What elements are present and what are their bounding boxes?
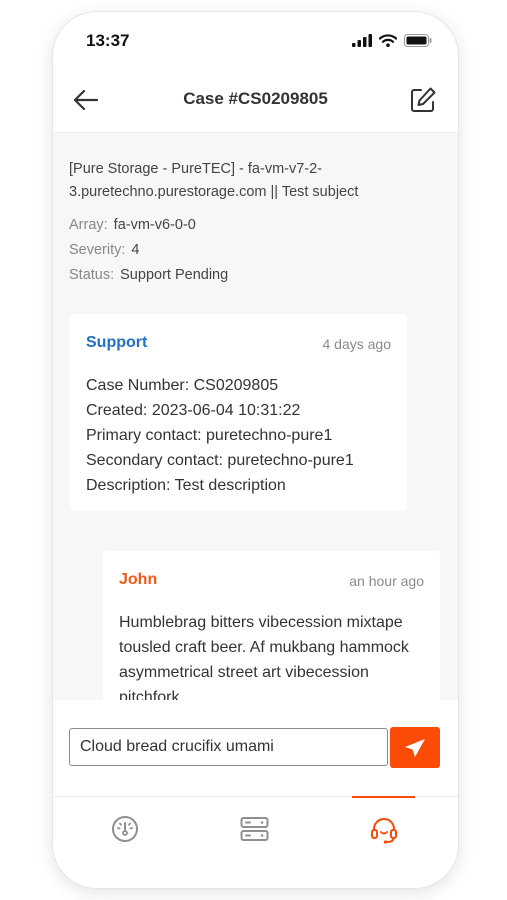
case-subject: [Pure Storage - PureTEC] - fa-vm-v7-2-3.… xyxy=(69,161,359,200)
message-composer xyxy=(53,700,458,796)
field-label: Array: xyxy=(69,217,108,233)
message-body: Humblebrag bitters vibecession mixtape t… xyxy=(119,614,409,700)
status-icons xyxy=(352,34,432,47)
message-author: Support xyxy=(86,334,148,351)
case-field-status: Status: Support Pending xyxy=(69,267,228,283)
tab-support[interactable] xyxy=(354,809,414,849)
send-icon xyxy=(405,739,425,757)
message-line: Case Number: CS0209805 xyxy=(86,377,279,394)
message-card-john: John an hour ago Humblebrag bitters vibe… xyxy=(103,551,440,700)
bottom-tab-bar xyxy=(53,796,458,888)
wifi-icon xyxy=(379,34,397,47)
message-body: Case Number: CS0209805 Created: 2023-06-… xyxy=(86,373,354,498)
battery-icon xyxy=(404,34,432,47)
field-label: Severity: xyxy=(69,242,126,258)
message-line: Secondary contact: puretechno-pure1 xyxy=(86,452,354,469)
message-card-support: Support 4 days ago Case Number: CS020980… xyxy=(70,314,407,511)
case-field-severity: Severity: 4 xyxy=(69,242,140,258)
message-time: 4 days ago xyxy=(322,336,392,352)
status-time: 13:37 xyxy=(86,31,130,50)
active-tab-indicator xyxy=(352,796,415,798)
status-bar: 13:37 xyxy=(53,12,458,66)
cellular-signal-icon xyxy=(352,34,372,47)
dashboard-gauge-icon xyxy=(112,816,138,842)
case-field-array: Array: fa-vm-v6-0-0 xyxy=(69,217,196,233)
message-input[interactable] xyxy=(69,728,388,766)
phone-frame: 13:37 Case #CS0209805 [Pure Storage - Pu… xyxy=(53,12,458,888)
send-button[interactable] xyxy=(390,727,440,768)
field-value: Support Pending xyxy=(120,267,229,283)
tab-dashboard[interactable] xyxy=(95,809,155,849)
message-line: Description: Test description xyxy=(86,477,286,494)
tab-servers[interactable] xyxy=(224,809,284,849)
edit-icon[interactable] xyxy=(408,85,438,115)
page-title: Case #CS0209805 xyxy=(183,89,328,108)
app-header: Case #CS0209805 xyxy=(53,66,458,133)
message-time: an hour ago xyxy=(349,573,424,589)
message-line: Created: 2023-06-04 10:31:22 xyxy=(86,402,301,419)
message-author: John xyxy=(119,571,158,588)
message-line: Primary contact: puretechno-pure1 xyxy=(86,427,333,444)
servers-icon xyxy=(240,817,269,841)
field-value: fa-vm-v6-0-0 xyxy=(113,217,196,233)
case-conversation[interactable]: [Pure Storage - PureTEC] - fa-vm-v7-2-3.… xyxy=(53,133,458,700)
field-label: Status: xyxy=(69,267,115,283)
support-headset-icon xyxy=(371,818,397,844)
field-value: 4 xyxy=(131,242,140,258)
